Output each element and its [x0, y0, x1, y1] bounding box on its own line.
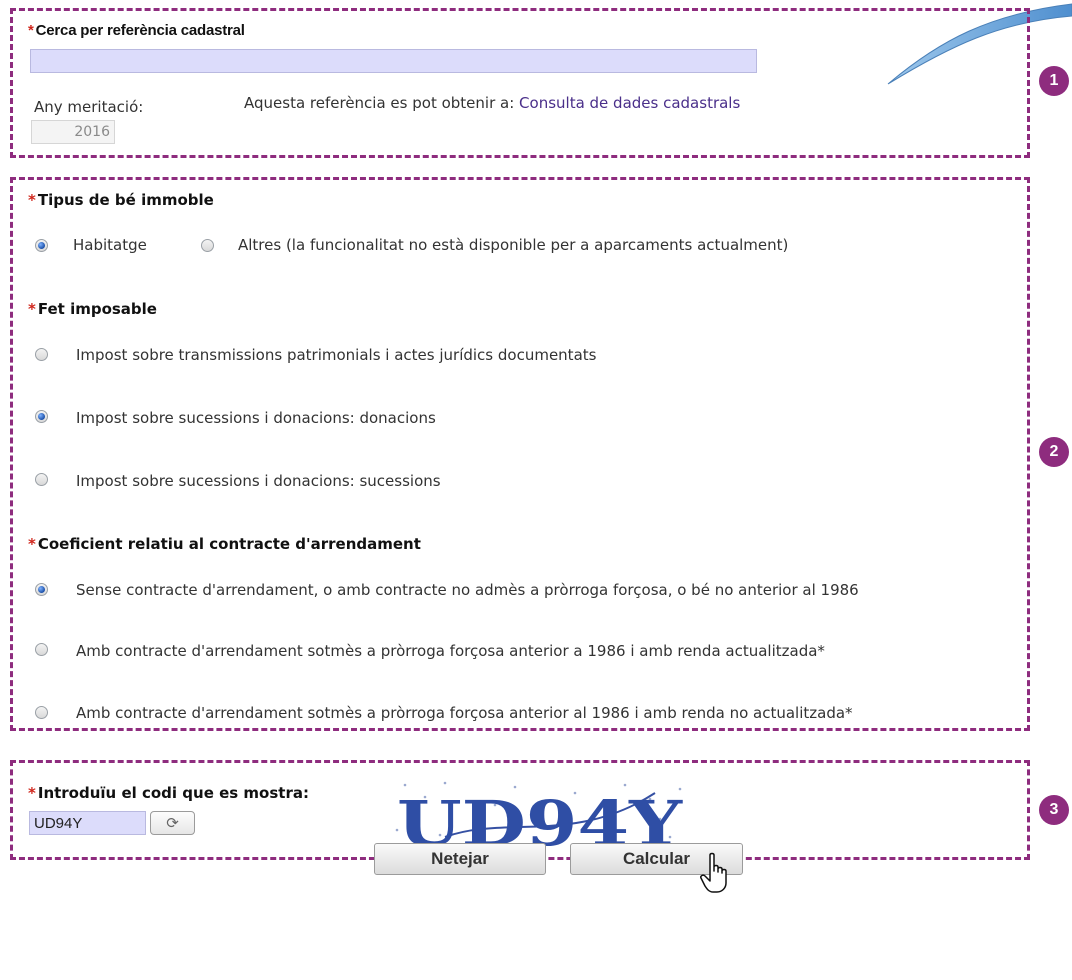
captcha-heading: * Introduïu el codi que es mostra: [28, 784, 309, 802]
required-marker: * [28, 300, 36, 318]
radio-sense-contracte[interactable] [35, 583, 48, 596]
cadastral-reference-input[interactable] [30, 49, 757, 73]
fet-imposable-label: Fet imposable [37, 300, 157, 318]
sense-contracte-label: Sense contracte d'arrendament, o amb con… [76, 581, 859, 599]
radio-donacions[interactable] [35, 410, 48, 423]
step-badge-3: 3 [1039, 795, 1069, 825]
radio-habitatge[interactable] [35, 239, 48, 252]
radio-itp-ajd[interactable] [35, 348, 48, 361]
required-marker: * [28, 535, 36, 553]
altres-label: Altres (la funcionalitat no està disponi… [238, 236, 789, 254]
refresh-icon: ⟳ [166, 814, 179, 832]
cadastral-heading: * Cerca per referència cadastral [28, 22, 245, 39]
any-meritacio-label: Any meritació: [34, 98, 144, 116]
cadastral-label: Cerca per referència cadastral [35, 22, 245, 39]
radio-sucessions[interactable] [35, 473, 48, 486]
step-badge-1: 1 [1039, 66, 1069, 96]
itp-ajd-label: Impost sobre transmissions patrimonials … [76, 346, 597, 364]
radio-renda-actualitzada[interactable] [35, 643, 48, 656]
sucessions-label: Impost sobre sucessions i donacions: suc… [76, 472, 441, 490]
hand-pointer-icon [700, 852, 727, 893]
required-marker: * [28, 191, 36, 209]
help-text: Aquesta referència es pot obtenir a: [244, 94, 515, 112]
required-marker: * [28, 22, 34, 39]
renda-actualitzada-label: Amb contracte d'arrendament sotmès a prò… [76, 642, 825, 660]
radio-renda-no-actualitzada[interactable] [35, 706, 48, 719]
step-badge-2: 2 [1039, 437, 1069, 467]
clear-button[interactable]: Netejar [374, 843, 546, 875]
tipus-label: Tipus de bé immoble [37, 191, 214, 209]
captcha-input[interactable] [29, 811, 146, 835]
any-meritacio-field: 2016 [31, 120, 115, 144]
captcha-label: Introduïu el codi que es mostra: [37, 784, 309, 802]
fet-imposable-heading: * Fet imposable [28, 300, 157, 318]
renda-no-actualitzada-label: Amb contracte d'arrendament sotmès a prò… [76, 704, 853, 722]
cadastral-help-text: Aquesta referència es pot obtenir a: Con… [244, 94, 740, 112]
captcha-refresh-button[interactable]: ⟳ [150, 811, 195, 835]
consulta-dades-cadastrals-link[interactable]: Consulta de dades cadastrals [519, 94, 740, 112]
required-marker: * [28, 784, 36, 802]
coeficient-label: Coeficient relatiu al contracte d'arrend… [37, 535, 421, 553]
radio-altres[interactable] [201, 239, 214, 252]
habitatge-label: Habitatge [73, 236, 147, 254]
donacions-label: Impost sobre sucessions i donacions: don… [76, 409, 436, 427]
tipus-heading: * Tipus de bé immoble [28, 191, 214, 209]
coeficient-heading: * Coeficient relatiu al contracte d'arren… [28, 535, 421, 553]
